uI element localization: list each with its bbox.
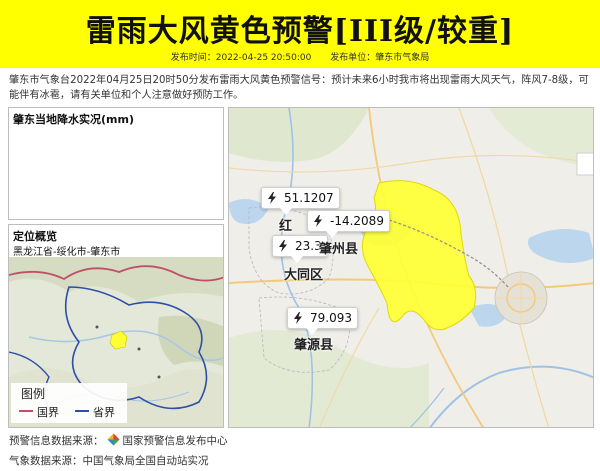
legend-province-border-swatch [75,410,89,412]
warning-source-name[interactable]: 国家预警信息发布中心 [123,435,228,447]
map-label-zhaozhou: 肇州县 [319,242,359,257]
warning-description: 肇东市气象台2022年04月25日20时50分发布雷雨大风黄色预警信号：预计未来… [9,75,589,101]
callout-station-2[interactable]: -14.2089 [307,210,390,238]
lightning-icon [294,312,302,324]
location-panel: 定位概览 黑龙江省-绥化市-肇东市 图例 国界 省界 [8,224,224,428]
main-map[interactable]: 51.1207 -14.2089 23.3 79.093 红 肇州县 大同区 肇… [228,107,594,428]
precipitation-panel: 肇东当地降水实况(mm) [8,107,224,220]
map-label-hongqi: 红 [279,219,293,234]
legend-national-border-label: 国界 [37,406,59,419]
warning-title: 雷雨大风黄色预警[III级/较重] [85,14,515,49]
callout-station-4[interactable]: 79.093 [287,307,358,335]
weather-source-label: 气象数据来源： [9,455,83,467]
location-path: 黑龙江省-绥化市-肇东市 [13,247,121,258]
weather-source-line: 气象数据来源：中国气象局全国自动站实况 [9,453,209,468]
warning-meta: 发布时间：2022-04-25 20:50:00 发布单位：肇东市气象局 [0,50,600,63]
callout-station-1[interactable]: 51.1207 [261,187,340,215]
map-label-zhaoyuan: 肇源县 [294,338,334,353]
location-panel-title: 定位概览 [13,230,57,243]
warning-banner: 雷雨大风黄色预警[III级/较重] 发布时间：2022-04-25 20:50:… [0,0,600,68]
legend-national-border-swatch [19,410,33,412]
callout-value: 23.3 [295,239,322,253]
precipitation-panel-title: 肇东当地降水实况(mm) [13,113,134,126]
map-label-datong: 大同区 [284,268,324,283]
publisher: 发布单位：肇东市气象局 [330,53,430,63]
warning-center-logo-icon [107,433,119,446]
legend-title: 图例 [21,387,46,401]
callout-value: -14.2089 [330,214,384,228]
legend-province-border-label: 省界 [93,406,115,419]
warning-source-line: 预警信息数据来源： 国家预警信息发布中心 [9,433,228,448]
callout-value: 79.093 [310,311,352,325]
legend: 图例 国界 省界 [11,383,127,423]
lightning-icon [268,192,276,204]
warning-source-label: 预警信息数据来源： [9,435,104,447]
lightning-icon [279,240,287,252]
lightning-icon [314,215,322,227]
weather-source-name: 中国气象局全国自动站实况 [82,455,209,467]
callout-value: 51.1207 [284,191,334,205]
publish-time: 发布时间：2022-04-25 20:50:00 [170,53,312,63]
